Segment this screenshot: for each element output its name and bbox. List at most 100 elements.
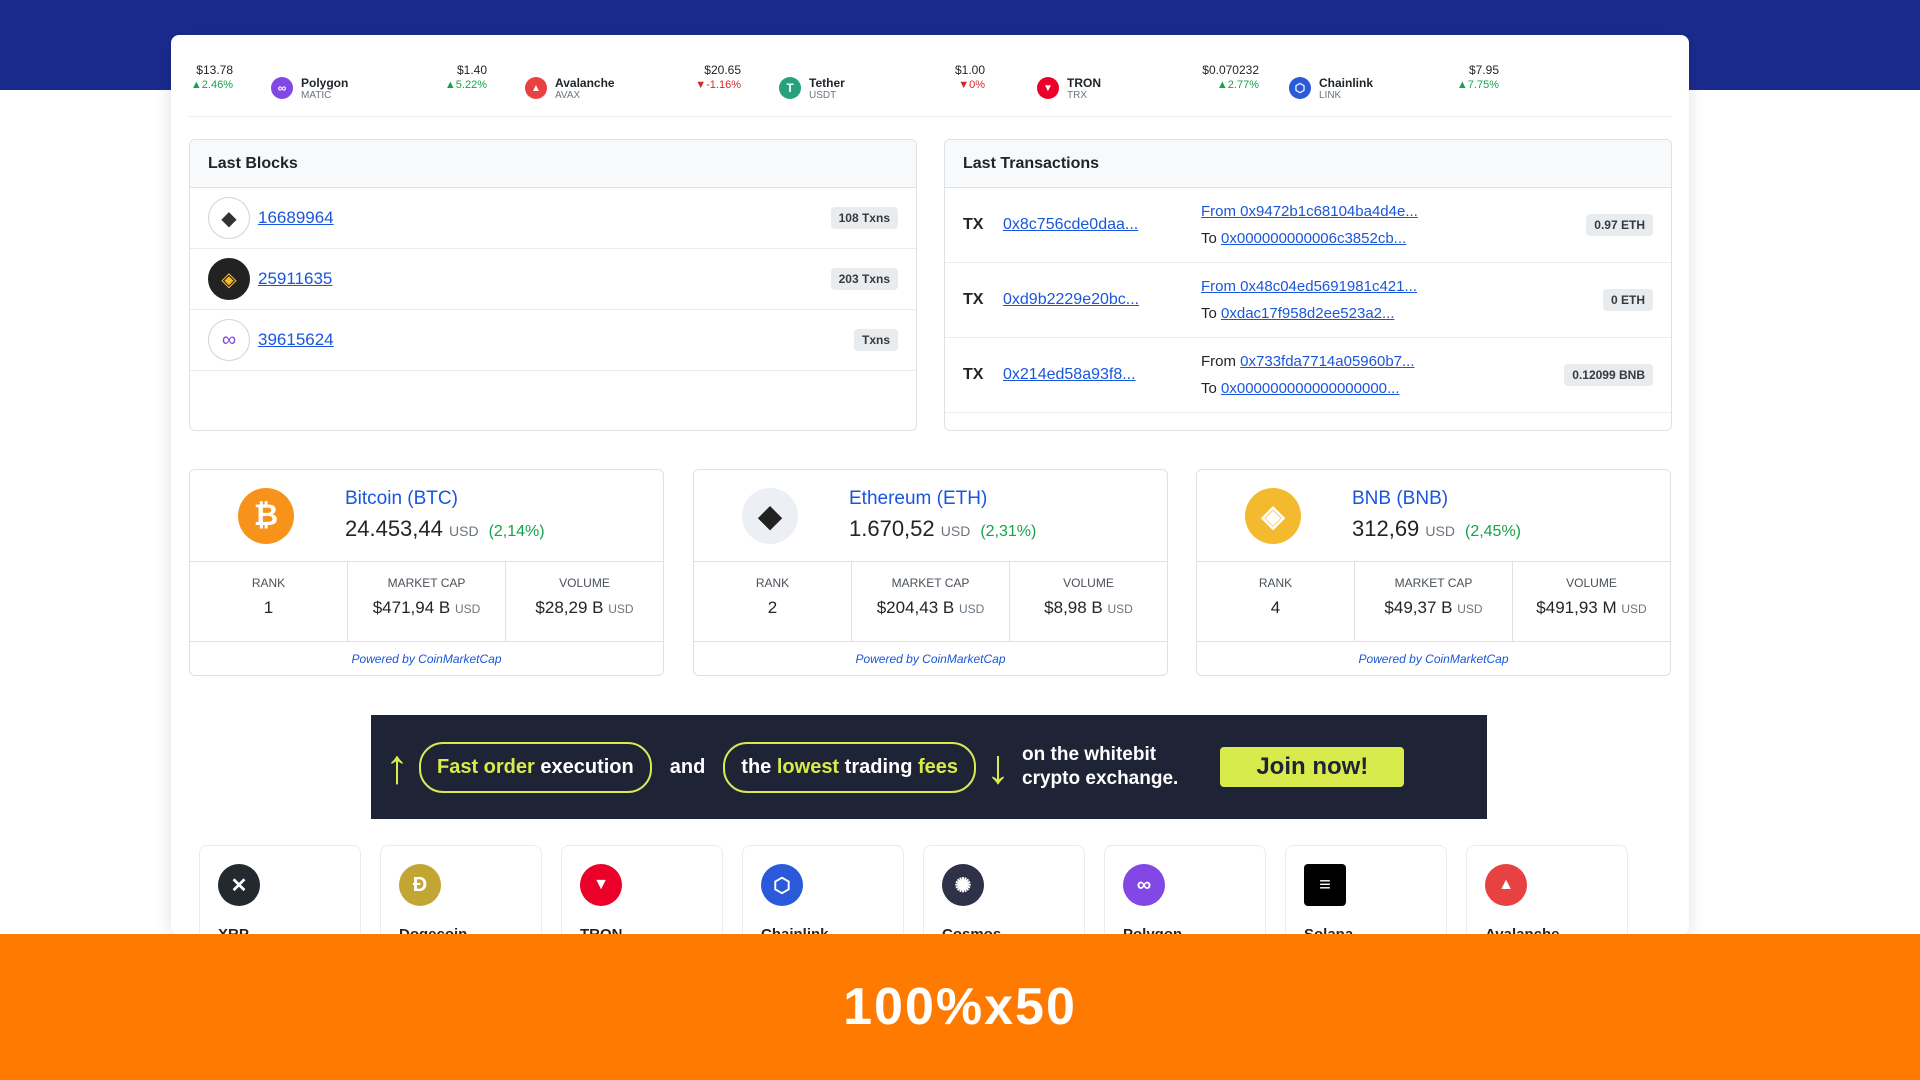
coin-tile-dogecoin[interactable]: Ð Dogecoin xyxy=(380,845,542,935)
ticker-quote: $1.00 ▼0% xyxy=(945,63,985,113)
arrow-down-icon: ↓ xyxy=(986,740,1011,794)
tx-from-to: From 0x9472b1c68104ba4d4e... To 0x000000… xyxy=(1201,198,1418,252)
stat-value: 1 xyxy=(263,598,274,617)
stat-unit: USD xyxy=(608,602,634,616)
stat-number: $491,93 M xyxy=(1536,598,1617,617)
stat-value: 2 xyxy=(767,598,778,617)
powered-by-link[interactable]: Powered by CoinMarketCap xyxy=(190,642,663,675)
txns-badge: Txns xyxy=(853,329,898,351)
tx-amount-badge: 0.12099 BNB xyxy=(1564,364,1653,386)
stat-value: $471,94 B USD xyxy=(348,598,505,618)
block-row: ◆ 16689964 108 Txns xyxy=(190,188,916,249)
tx-to-label: To xyxy=(1201,230,1217,247)
ticker-price: $20.65 xyxy=(704,63,741,77)
size-label: 100%x50 xyxy=(843,978,1077,1036)
ticker-coin-tron[interactable]: ▼ TRON TRX xyxy=(1037,63,1101,113)
stat-number: $471,94 B xyxy=(372,598,451,617)
powered-by-link[interactable]: Powered by CoinMarketCap xyxy=(1197,642,1670,675)
banner-highlight: fees xyxy=(918,755,959,778)
stat-value: $204,43 B USD xyxy=(852,598,1009,618)
coin-name-link[interactable]: Ethereum (ETH) xyxy=(849,488,987,510)
tx-to-link[interactable]: 0x000000000006c3852cb... xyxy=(1221,230,1406,247)
ticker-coin-name: TRON xyxy=(1067,75,1101,90)
avalanche-icon: ▲ xyxy=(1485,864,1527,906)
stat-value: $49,37 B USD xyxy=(1355,598,1512,618)
rank-stat: RANK 4 xyxy=(1197,562,1355,641)
ticker-coin-chainlink[interactable]: ⬡ Chainlink LINK xyxy=(1289,63,1373,113)
coin-tile-polygon[interactable]: ∞ Polygon xyxy=(1104,845,1266,935)
coin-tile-avalanche[interactable]: ▲ Avalanche xyxy=(1466,845,1628,935)
ticker-change: ▲5.22% xyxy=(444,79,487,91)
txns-badge: 108 Txns xyxy=(830,207,898,229)
avalanche-icon: ▲ xyxy=(525,77,547,99)
polygon-icon: ∞ xyxy=(208,319,250,361)
dogecoin-icon: Ð xyxy=(399,864,441,906)
transaction-row: TX 0xd9b2229e20bc... From 0x48c04ed56919… xyxy=(945,263,1671,338)
ticker-quote: $7.95 ▲7.75% xyxy=(1451,63,1499,113)
coin-currency: USD xyxy=(449,523,479,539)
ticker-coin-polygon[interactable]: ∞ Polygon MATIC xyxy=(271,63,348,113)
tx-from-link[interactable]: 0x733fda7714a05960b7... xyxy=(1240,353,1414,370)
stat-number: $28,29 B xyxy=(535,598,604,617)
banner-pill-fast: Fast order execution xyxy=(419,741,652,793)
tx-hash-link[interactable]: 0xd9b2229e20bc... xyxy=(1003,291,1201,309)
ticker-coin-avalanche[interactable]: ▲ Avalanche AVAX xyxy=(525,63,615,113)
banner-highlight: lowest xyxy=(776,755,840,778)
ethereum-icon: ◆ xyxy=(208,197,250,239)
ticker-coin-tether[interactable]: T Tether USDT xyxy=(779,63,845,113)
stat-label: MARKET CAP xyxy=(387,576,466,590)
coin-tile-chainlink[interactable]: ⬡ Chainlink xyxy=(742,845,904,935)
ticker-coin-name: Avalanche xyxy=(555,75,615,90)
block-row: ◈ 25911635 203 Txns xyxy=(190,249,916,310)
arrow-up-icon: ↑ xyxy=(385,740,409,794)
ticker-coin-symbol: AVAX xyxy=(555,89,581,101)
stat-value: 4 xyxy=(1270,598,1281,617)
coin-currency: USD xyxy=(1425,523,1455,539)
coin-tile-solana[interactable]: ≡ Solana xyxy=(1285,845,1447,935)
coin-tile-cosmos[interactable]: ✺ Cosmos xyxy=(923,845,1085,935)
polygon-icon: ∞ xyxy=(1123,864,1165,906)
coin-card-ethereum: ◆ Ethereum (ETH) 1.670,52 USD (2,31%) RAN… xyxy=(693,469,1168,676)
coin-card-bitcoin: ₿ Bitcoin (BTC) 24.453,44 USD (2,14%) RAN… xyxy=(189,469,664,676)
coin-name-link[interactable]: Bitcoin (BTC) xyxy=(345,488,458,510)
tx-to-label: To xyxy=(1201,305,1217,322)
tx-from-to: From 0x48c04ed5691981c421... To 0xdac17f… xyxy=(1201,273,1417,327)
stat-label: VOLUME xyxy=(1063,576,1114,590)
whitebit-banner-ad[interactable]: ↑ Fast order execution and the lowest tr… xyxy=(371,715,1487,819)
coin-change: (2,31%) xyxy=(980,523,1037,540)
chainlink-icon: ⬡ xyxy=(1289,77,1311,99)
coin-price-value: 24.453,44 xyxy=(345,516,443,541)
join-now-button[interactable]: Join now! xyxy=(1220,747,1405,787)
block-number-link[interactable]: 16689964 xyxy=(258,208,334,228)
tx-hash-link[interactable]: 0x214ed58a93f8... xyxy=(1003,366,1201,384)
coin-price-value: 312,69 xyxy=(1352,516,1420,541)
tx-tag: TX xyxy=(963,216,984,233)
coin-name-link[interactable]: BNB (BNB) xyxy=(1352,488,1448,510)
powered-by-link[interactable]: Powered by CoinMarketCap xyxy=(694,642,1167,675)
main-card: $13.78 ▲2.46% ∞ Polygon MATIC $1.40 ▲5.22… xyxy=(171,35,1689,935)
tx-from-link[interactable]: From 0x9472b1c68104ba4d4e... xyxy=(1201,203,1418,220)
tx-amount-badge: 0.97 ETH xyxy=(1586,214,1653,236)
banner-and: and xyxy=(669,755,706,778)
tx-from-link[interactable]: From 0x48c04ed5691981c421... xyxy=(1201,278,1417,295)
chainlink-icon: ⬡ xyxy=(761,864,803,906)
tx-from-to: From 0x733fda7714a05960b7... To 0x000000… xyxy=(1201,348,1415,402)
tx-to-link[interactable]: 0x000000000000000000... xyxy=(1221,380,1400,397)
block-number-link[interactable]: 25911635 xyxy=(258,269,332,289)
stat-label: RANK xyxy=(1258,576,1293,590)
ticker-coin-name: Polygon xyxy=(301,75,349,90)
tx-to-link[interactable]: 0xdac17f958d2ee523a2... xyxy=(1221,305,1395,322)
stat-unit: USD xyxy=(1107,602,1133,616)
volume-stat: VOLUME $8,98 B USD xyxy=(1010,562,1167,641)
coin-tile-xrp[interactable]: ✕ XRP xyxy=(199,845,361,935)
block-number-link[interactable]: 39615624 xyxy=(258,330,334,350)
ticker-coin-symbol: MATIC xyxy=(301,89,332,101)
transaction-row: TX 0x8c756cde0daa... From 0x9472b1c68104… xyxy=(945,188,1671,263)
coin-tile-tron[interactable]: ▼ TRON xyxy=(561,845,723,935)
tx-hash-link[interactable]: 0x8c756cde0daa... xyxy=(1003,216,1201,234)
stat-unit: USD xyxy=(958,602,985,616)
stat-value: $28,29 B USD xyxy=(506,598,663,618)
coin-price: 312,69 USD (2,45%) xyxy=(1352,516,1521,542)
price-ticker: $13.78 ▲2.46% ∞ Polygon MATIC $1.40 ▲5.22… xyxy=(189,63,1671,117)
stat-number: $49,37 B xyxy=(1384,598,1453,617)
